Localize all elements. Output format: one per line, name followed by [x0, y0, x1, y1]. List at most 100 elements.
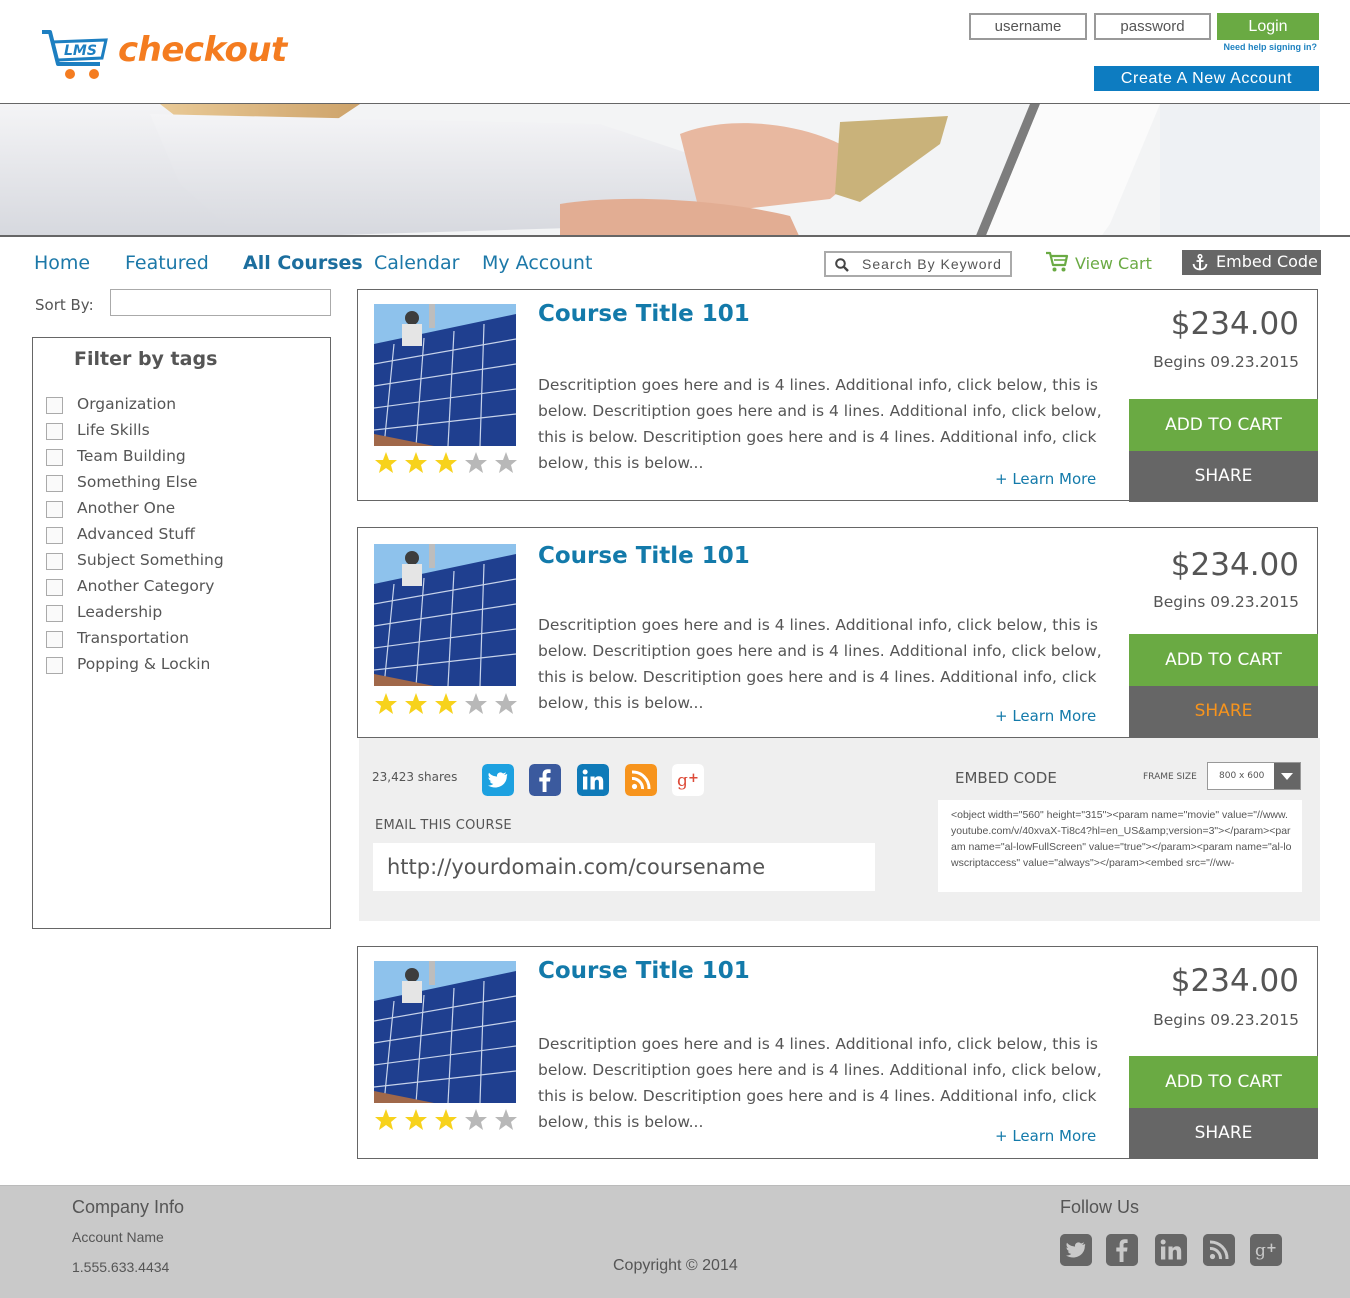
- google-plus-icon[interactable]: g +: [1250, 1234, 1282, 1266]
- frame-size-select[interactable]: 800 x 600: [1207, 762, 1301, 790]
- course-description: Descritiption goes here and is 4 lines. …: [538, 376, 1102, 472]
- tag-checkbox[interactable]: [46, 423, 63, 440]
- embed-code-label: EMBED CODE: [955, 769, 1057, 787]
- tag-checkbox[interactable]: [46, 657, 63, 674]
- password-input[interactable]: password: [1094, 13, 1211, 40]
- tag-checkbox[interactable]: [46, 579, 63, 596]
- view-cart-link[interactable]: View Cart: [1075, 254, 1152, 273]
- login-button[interactable]: Login: [1217, 13, 1319, 40]
- nav-calendar[interactable]: Calendar: [374, 252, 459, 274]
- course-price: $234.00: [1170, 306, 1299, 342]
- svg-text:+: +: [688, 771, 699, 786]
- rss-icon[interactable]: [1203, 1234, 1235, 1266]
- create-account-button[interactable]: Create A New Account: [1094, 66, 1319, 91]
- sort-by-select[interactable]: [110, 289, 331, 316]
- twitter-icon[interactable]: [482, 764, 514, 796]
- search-placeholder: Search By Keyword: [862, 256, 1002, 272]
- learn-more-link[interactable]: + Learn More: [995, 470, 1096, 488]
- username-input[interactable]: username: [969, 13, 1087, 40]
- course-thumbnail[interactable]: [374, 961, 516, 1103]
- embed-code-button[interactable]: Embed Code: [1182, 250, 1321, 275]
- follow-us-heading: Follow Us: [1060, 1197, 1140, 1217]
- course-thumbnail[interactable]: [374, 544, 516, 686]
- rating-stars: [374, 692, 524, 716]
- logo-cart-icon[interactable]: LMS: [40, 28, 118, 84]
- star-icon: [465, 452, 487, 473]
- google-plus-icon[interactable]: g +: [672, 764, 704, 796]
- tag-label: Subject Something: [77, 551, 224, 569]
- hero-banner: [0, 103, 1350, 237]
- share-panel: 23,423 shares g + EMAIL THIS COURSE http…: [359, 738, 1320, 921]
- tag-checkbox[interactable]: [46, 605, 63, 622]
- course-title[interactable]: Course Title 101: [538, 543, 750, 569]
- tag-checkbox[interactable]: [46, 553, 63, 570]
- star-icon: [405, 1109, 427, 1130]
- star-icon: [495, 452, 517, 473]
- facebook-icon[interactable]: [529, 764, 561, 796]
- tag-label: Team Building: [77, 447, 186, 465]
- linkedin-icon[interactable]: [1155, 1234, 1187, 1266]
- cart-icon[interactable]: [1045, 251, 1069, 273]
- star-icon: [495, 693, 517, 714]
- svg-text:+: +: [1266, 1241, 1277, 1256]
- course-thumbnail[interactable]: [374, 304, 516, 446]
- tag-label: Another Category: [77, 577, 215, 595]
- tag-checkbox[interactable]: [46, 449, 63, 466]
- course-url-field[interactable]: http://yourdomain.com/coursename: [373, 843, 875, 891]
- sort-by-label: Sort By:: [35, 296, 94, 314]
- course-begins: Begins 09.23.2015: [1153, 593, 1299, 611]
- star-icon: [495, 1109, 517, 1130]
- help-signin-link[interactable]: Need help signing in?: [1180, 42, 1317, 52]
- tag-label: Organization: [77, 395, 177, 413]
- star-icon: [405, 693, 427, 714]
- tag-checkbox[interactable]: [46, 475, 63, 492]
- course-price: $234.00: [1170, 547, 1299, 583]
- add-to-cart-button[interactable]: ADD TO CART: [1129, 634, 1318, 686]
- nav-my-account[interactable]: My Account: [482, 252, 592, 274]
- chevron-down-icon[interactable]: [1274, 763, 1300, 789]
- tag-label: Something Else: [77, 473, 198, 491]
- course-title[interactable]: Course Title 101: [538, 958, 750, 984]
- star-icon: [375, 693, 397, 714]
- tag-checkbox[interactable]: [46, 397, 63, 414]
- learn-more-link[interactable]: + Learn More: [995, 707, 1096, 725]
- tag-checkbox[interactable]: [46, 501, 63, 518]
- twitter-icon[interactable]: [1060, 1234, 1092, 1266]
- tag-label: Another One: [77, 499, 176, 517]
- rating-stars: [374, 1108, 524, 1132]
- add-to-cart-button[interactable]: ADD TO CART: [1129, 399, 1318, 451]
- logo-mark: LMS: [64, 43, 97, 59]
- email-course-label: EMAIL THIS COURSE: [375, 818, 512, 833]
- course-title[interactable]: Course Title 101: [538, 301, 750, 327]
- linkedin-icon[interactable]: [577, 764, 609, 796]
- learn-more-link[interactable]: + Learn More: [995, 1127, 1096, 1145]
- tag-checkbox[interactable]: [46, 631, 63, 648]
- embed-code-textarea[interactable]: <object width="560" height="315"><param …: [938, 800, 1302, 892]
- search-input[interactable]: Search By Keyword: [824, 251, 1012, 277]
- course-begins: Begins 09.23.2015: [1153, 353, 1299, 371]
- frame-size-value: 800 x 600: [1219, 771, 1265, 781]
- tag-checkbox[interactable]: [46, 527, 63, 544]
- star-icon: [435, 452, 457, 473]
- star-icon: [435, 693, 457, 714]
- frame-size-label: FRAME SIZE: [1143, 772, 1197, 782]
- copyright: Copyright © 2014: [613, 1257, 738, 1274]
- share-button[interactable]: SHARE: [1129, 1108, 1318, 1159]
- logo-text[interactable]: checkout: [118, 30, 287, 70]
- share-button[interactable]: SHARE: [1129, 451, 1318, 502]
- add-to-cart-button[interactable]: ADD TO CART: [1129, 1056, 1318, 1108]
- star-icon: [375, 1109, 397, 1130]
- course-card: Course Title 101 Descritiption goes here…: [357, 527, 1318, 738]
- tag-label: Advanced Stuff: [77, 525, 195, 543]
- svg-text:g: g: [1255, 1241, 1266, 1261]
- nav-home[interactable]: Home: [34, 252, 90, 274]
- nav-featured[interactable]: Featured: [125, 252, 209, 274]
- rating-stars: [374, 451, 524, 475]
- course-price: $234.00: [1170, 963, 1299, 999]
- footer: Company Info Account Name 1.555.633.4434…: [0, 1185, 1350, 1298]
- facebook-icon[interactable]: [1106, 1234, 1138, 1266]
- nav-all-courses[interactable]: All Courses: [243, 252, 363, 274]
- course-description: Descritiption goes here and is 4 lines. …: [538, 1035, 1102, 1131]
- share-button-active[interactable]: SHARE: [1129, 686, 1318, 737]
- rss-icon[interactable]: [625, 764, 657, 796]
